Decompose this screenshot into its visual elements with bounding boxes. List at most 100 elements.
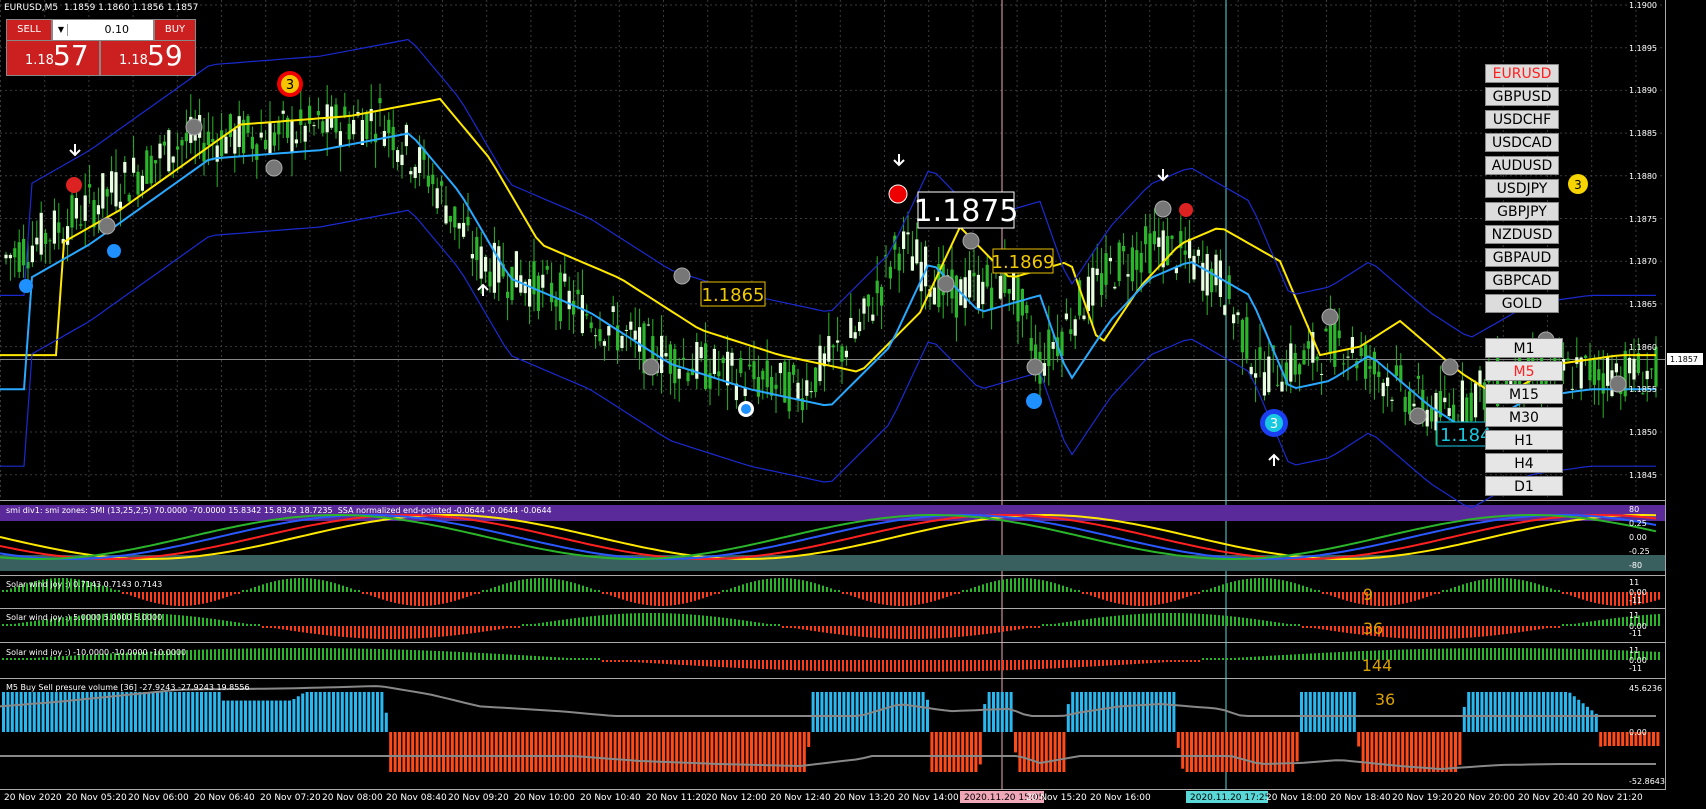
symbol-button-gold[interactable]: GOLD xyxy=(1485,294,1559,313)
time-tick: 2020.11.20 17:25 xyxy=(1190,793,1271,803)
window-title: EURUSD,M5 1.1859 1.1860 1.1856 1.1857 xyxy=(4,3,199,13)
symbol-button-usdjpy[interactable]: USDJPY xyxy=(1485,179,1559,198)
solar-tick: 11 xyxy=(1629,578,1640,587)
time-tick: 20 Nov 18:40 xyxy=(1330,793,1391,803)
smi-tick: -80 xyxy=(1629,561,1643,570)
symbol-button-usdcad[interactable]: USDCAD xyxy=(1485,133,1559,152)
solar-9: 9 xyxy=(1363,585,1373,604)
lot-size-value: 0.10 xyxy=(104,23,130,36)
time-tick: 20 Nov 19:20 xyxy=(1392,793,1453,803)
smi-tick: 0.00 xyxy=(1629,533,1647,542)
time-tick: 20 Nov 10:40 xyxy=(580,793,641,803)
price-tick: 1.1850 xyxy=(1629,428,1657,437)
solar-36: 36 xyxy=(1363,619,1383,638)
symbol-button-nzdusd[interactable]: NZDUSD xyxy=(1485,225,1559,244)
price-tick: 1.1890 xyxy=(1629,86,1657,96)
smi-tick: -0.25 xyxy=(1629,547,1650,556)
sell-price-button[interactable]: 1.18 57 xyxy=(6,39,100,76)
marker-3-bottom: 3 xyxy=(1270,417,1278,432)
time-tick: 20 Nov 16:00 xyxy=(1090,793,1151,803)
current-price-tag: 1.1857 xyxy=(1670,355,1698,364)
symbol-button-gbpjpy[interactable]: GBPJPY xyxy=(1485,202,1559,221)
lot-size-input[interactable]: ▼ 0.10 xyxy=(52,19,154,41)
buy-price-button[interactable]: 1.18 59 xyxy=(100,39,196,76)
time-tick: 20 Nov 12:40 xyxy=(770,793,831,803)
price-tick: 1.1865 xyxy=(1629,299,1657,309)
solar-tick: -11 xyxy=(1629,596,1643,605)
symbol-button-gbpaud[interactable]: GBPAUD xyxy=(1485,248,1559,267)
price-tick: 1.1875 xyxy=(1629,214,1657,224)
price-tick: 1.1860 xyxy=(1629,342,1657,352)
time-tick: 20 Nov 20:00 xyxy=(1454,793,1515,803)
time-tick: 20 Nov 09:20 xyxy=(448,793,509,803)
solar-tick: 11 xyxy=(1629,646,1640,655)
time-tick: 20 Nov 14:00 xyxy=(898,793,959,803)
price-tick: 1.1845 xyxy=(1629,470,1657,480)
price-tick: 1.1880 xyxy=(1629,171,1657,181)
smi-tick: 80 xyxy=(1629,505,1640,514)
time-tick: 20 Nov 06:00 xyxy=(128,793,189,803)
price-tick: 1.1900 xyxy=(1629,1,1657,10)
time-tick: 20 Nov 08:00 xyxy=(322,793,383,803)
trading-chart[interactable]: 3 3 3 1.1875 1.1869 1.1865 1.184 9 36 14… xyxy=(0,0,1706,809)
one-click-trading-panel: SELL ▼ 0.10 BUY 1.18 57 1.18 59 xyxy=(6,19,196,76)
time-tick: 20 Nov 21:20 xyxy=(1582,793,1643,803)
solar-wind-2-label: Solar wind joy :) 5.0000 5.0000 5.0000 xyxy=(6,613,163,622)
timeframe-button-h1[interactable]: H1 xyxy=(1485,430,1563,450)
volume-bars xyxy=(0,685,1660,772)
time-tick: 20 Nov 2020 xyxy=(4,793,62,803)
volume-tick: 45.6236 xyxy=(1629,684,1663,693)
timeframe-button-d1[interactable]: D1 xyxy=(1485,476,1563,496)
time-tick: 20 Nov 06:40 xyxy=(194,793,255,803)
price-tick: 1.1885 xyxy=(1629,129,1657,139)
sell-price-prefix: 1.18 xyxy=(25,53,54,68)
time-tick: 20 Nov 18:00 xyxy=(1266,793,1327,803)
sell-button[interactable]: SELL xyxy=(6,19,52,41)
timeframe-button-m1[interactable]: M1 xyxy=(1485,338,1563,358)
volume-tick: -52.8643 xyxy=(1629,777,1665,786)
time-tick: 20 Nov 11:20 xyxy=(646,793,707,803)
timeframe-button-m15[interactable]: M15 xyxy=(1485,384,1563,404)
solar-144: 144 xyxy=(1362,656,1393,675)
buy-price-prefix: 1.18 xyxy=(119,53,148,68)
solar-tick: 11 xyxy=(1629,611,1640,620)
time-tick: 20 Nov 13:20 xyxy=(834,793,895,803)
solar-tick: -11 xyxy=(1629,664,1643,673)
timeframe-button-m5[interactable]: M5 xyxy=(1485,361,1563,381)
price-label-1865: 1.1865 xyxy=(702,285,765,306)
buy-button[interactable]: BUY xyxy=(154,19,196,41)
grid xyxy=(0,0,1665,500)
price-tick: 1.1895 xyxy=(1629,43,1657,53)
timeframe-button-m30[interactable]: M30 xyxy=(1485,407,1563,427)
price-label-184: 1.184 xyxy=(1440,425,1492,446)
solar-wind-3-label: Solar wind joy :) -10.0000 -10.0000 -10.… xyxy=(6,648,187,657)
time-tick: 20 Nov 15:20 xyxy=(1026,793,1087,803)
solar-wind-1-label: Solar wind joy :) 0.7143 0.7143 0.7143 xyxy=(6,580,163,589)
time-tick: 20 Nov 07:20 xyxy=(260,793,321,803)
price-tick: 1.1855 xyxy=(1629,385,1657,395)
solar-tick: -11 xyxy=(1629,629,1643,638)
symbol-button-usdchf[interactable]: USDCHF xyxy=(1485,110,1559,129)
time-tick: 20 Nov 05:20 xyxy=(66,793,127,803)
lot-dropdown-icon[interactable]: ▼ xyxy=(55,24,68,36)
time-tick: 20 Nov 12:00 xyxy=(706,793,767,803)
time-tick: 20 Nov 20:40 xyxy=(1518,793,1579,803)
smi-indicator-label: smi div1: smi zones: SMI (13,25,2,5) 70.… xyxy=(6,506,552,515)
timeframe-button-h4[interactable]: H4 xyxy=(1485,453,1563,473)
price-tick: 1.1870 xyxy=(1629,257,1657,267)
marker-3-top: 3 xyxy=(286,78,294,93)
solar-wind-bars xyxy=(2,578,1660,672)
symbol-button-eurusd[interactable]: EURUSD xyxy=(1485,64,1559,83)
symbol-button-audusd[interactable]: AUDUSD xyxy=(1485,156,1559,175)
symbol-button-gbpusd[interactable]: GBPUSD xyxy=(1485,87,1559,106)
marker-3-right: 3 xyxy=(1574,178,1582,192)
buy-price-pips: 59 xyxy=(147,39,183,72)
volume-tick: 0.00 xyxy=(1629,728,1647,737)
symbol-button-gbpcad[interactable]: GBPCAD xyxy=(1485,271,1559,290)
smi-tick: 0.25 xyxy=(1629,519,1647,528)
time-tick: 20 Nov 08:40 xyxy=(386,793,447,803)
time-tick: 20 Nov 10:00 xyxy=(514,793,575,803)
volume-indicator-label: M5 Buy Sell presure volume [36] -27.9243… xyxy=(6,683,250,692)
price-label-1869: 1.1869 xyxy=(992,252,1055,273)
smi-lines xyxy=(0,514,1657,560)
